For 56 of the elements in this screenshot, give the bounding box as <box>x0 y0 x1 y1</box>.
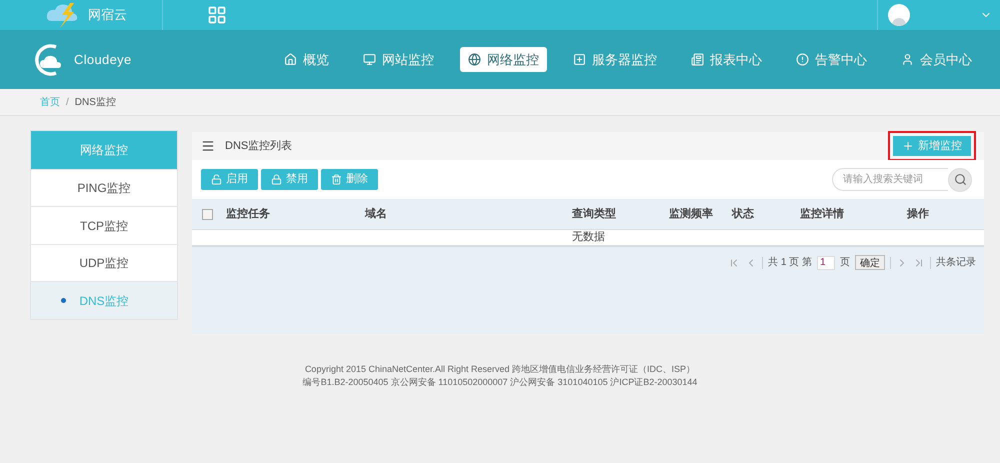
brand-name: 网宿云 <box>88 6 127 24</box>
column-header: 查询类型 <box>572 206 617 222</box>
search-field[interactable]: 请输入搜索关键词 <box>832 168 948 191</box>
unlock-icon <box>211 174 222 185</box>
add-monitor-button[interactable]: 新增监控 <box>893 136 971 156</box>
alert-icon <box>796 53 809 66</box>
sidebar-title: 网络监控 <box>31 131 177 169</box>
list-icon <box>201 139 215 153</box>
nav-tab[interactable]: 报表中心 <box>683 47 770 72</box>
select-all-checkbox[interactable] <box>202 208 213 220</box>
column-header: 域名 <box>365 206 388 222</box>
sidebar-item[interactable]: DNS监控 <box>31 281 177 320</box>
action-button[interactable]: 删除 <box>321 169 378 190</box>
column-header: 状态 <box>732 206 755 222</box>
page-unit-label: 页 <box>840 256 850 270</box>
breadcrumb-separator: / <box>66 96 69 110</box>
nav-tab[interactable]: 服务器监控 <box>565 47 665 72</box>
search-icon <box>954 173 966 186</box>
column-header: 监测频率 <box>669 206 714 222</box>
last-page-icon[interactable] <box>913 256 925 268</box>
breadcrumb-link[interactable]: 首页 <box>40 94 60 110</box>
nav-tab[interactable]: 会员中心 <box>893 47 980 72</box>
footer-text: 编号B1.B2-20050405 京公网安备 11010502000007 沪公网安备 3101040105 沪ICP证B2-20030144 <box>302 376 698 389</box>
apps-grid-icon[interactable] <box>207 5 227 25</box>
newspaper-icon <box>691 53 704 66</box>
confirm-button[interactable]: 确定 <box>855 255 885 270</box>
footer-text: Copyright 2015 ChinaNetCenter.All Right Reserved 跨地区增值电信业务经营许可证（IDC、ISP） <box>304 363 696 376</box>
action-button[interactable]: 启用 <box>201 169 258 190</box>
logo-text: Cloudeye <box>74 50 132 69</box>
sidebar-item[interactable]: PING监控 <box>31 168 177 206</box>
home-icon <box>284 53 297 66</box>
avatar[interactable] <box>888 4 910 26</box>
nav-tab[interactable]: 概览 <box>276 47 337 72</box>
user-icon <box>901 53 914 66</box>
record-count-label: 共条记录 <box>936 256 976 270</box>
empty-message: 无数据 <box>572 230 605 246</box>
search-button[interactable] <box>948 168 972 192</box>
nav-tab[interactable]: 网络监控 <box>460 47 547 72</box>
bullet-icon <box>61 298 66 304</box>
action-button[interactable]: 禁用 <box>261 169 318 190</box>
globe-icon <box>468 53 481 66</box>
monitor-icon <box>363 53 376 66</box>
breadcrumb-current: DNS监控 <box>74 96 116 110</box>
sidebar-item[interactable]: TCP监控 <box>31 206 177 244</box>
column-header: 监控任务 <box>226 206 271 222</box>
page-number-field[interactable]: 1 <box>817 256 835 270</box>
trash-icon <box>331 174 342 185</box>
page-count-label: 共 1 页 第 <box>768 256 812 270</box>
nav-tab[interactable]: 网站监控 <box>355 47 442 72</box>
column-header: 监控详情 <box>800 206 845 222</box>
lock-icon <box>271 174 282 185</box>
plus-icon <box>902 140 914 152</box>
column-header: 操作 <box>907 206 930 222</box>
nav-tab[interactable]: 告警中心 <box>788 47 875 72</box>
panel-title: DNS监控列表 <box>225 138 292 154</box>
plus-square-icon <box>573 53 586 66</box>
